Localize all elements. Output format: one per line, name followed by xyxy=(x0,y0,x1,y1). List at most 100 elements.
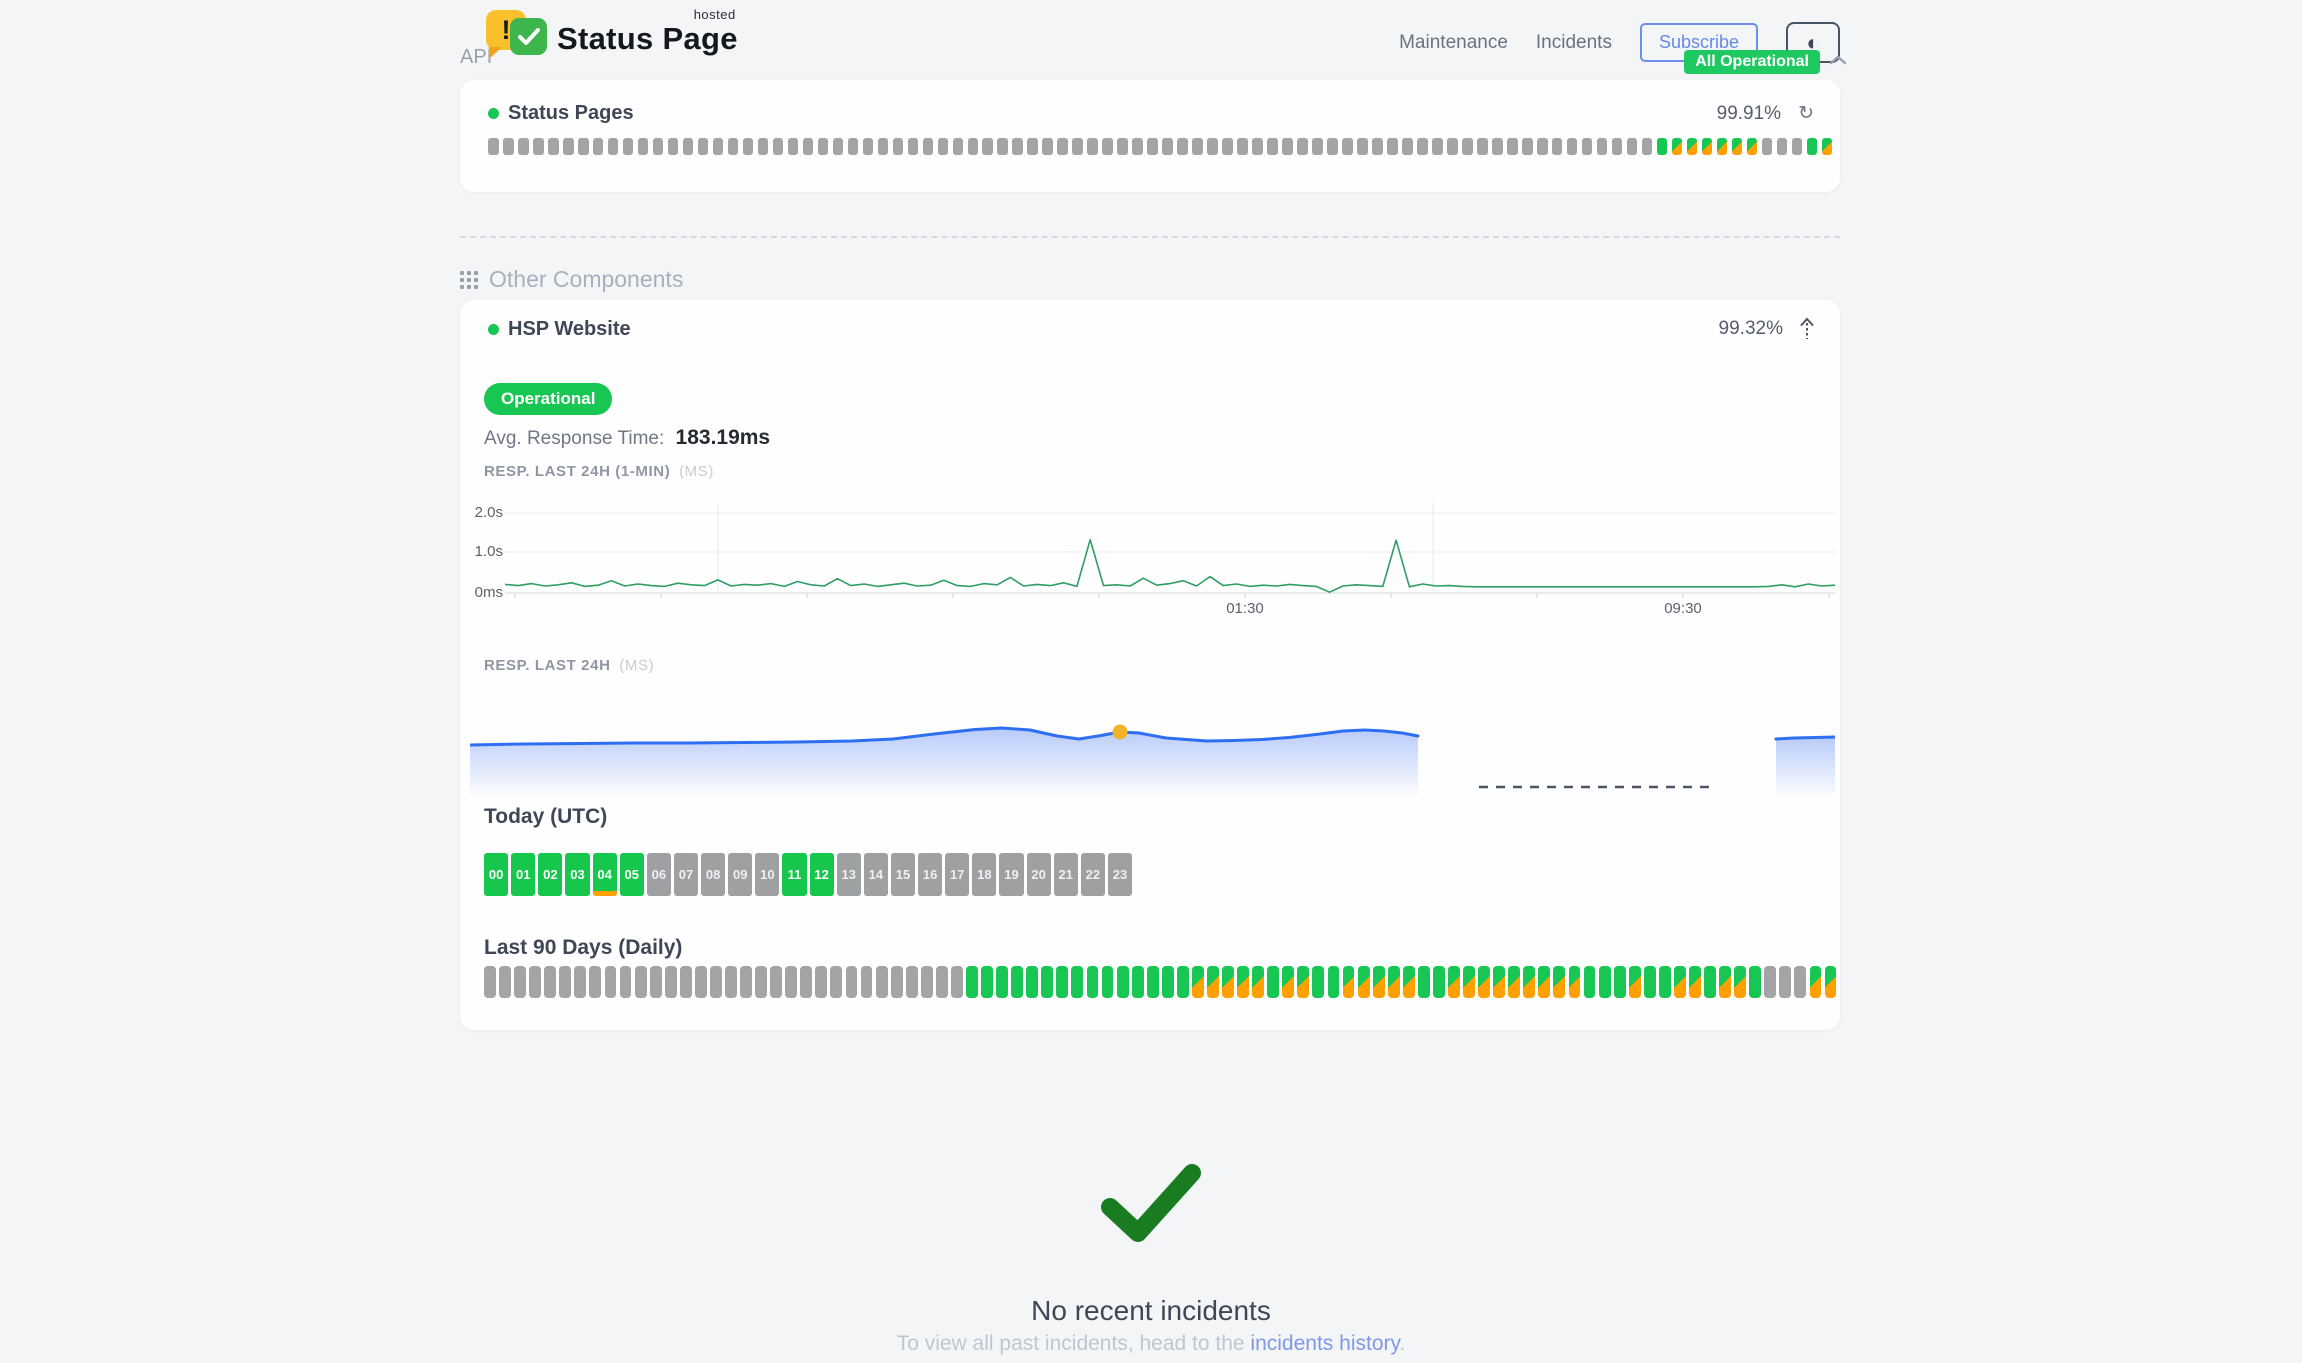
daily-bar-split[interactable] xyxy=(1508,966,1520,998)
daily-bar-green[interactable] xyxy=(1041,966,1053,998)
daily-bar-gray[interactable] xyxy=(665,966,677,998)
hour-block-12[interactable]: 12 xyxy=(810,853,834,896)
uptime-bar-gray[interactable] xyxy=(728,138,739,155)
uptime-bar-gray[interactable] xyxy=(773,138,784,155)
uptime-bar-gray[interactable] xyxy=(803,138,814,155)
daily-bar-gray[interactable] xyxy=(574,966,586,998)
trend-up-icon[interactable] xyxy=(1800,317,1814,341)
daily-bar-green[interactable] xyxy=(1117,966,1129,998)
daily-bar-gray[interactable] xyxy=(529,966,541,998)
uptime-bar-gray[interactable] xyxy=(503,138,514,155)
uptime-bar-gray[interactable] xyxy=(713,138,724,155)
daily-bar-split[interactable] xyxy=(1282,966,1294,998)
uptime-bar-gray[interactable] xyxy=(1612,138,1623,155)
daily-bar-green[interactable] xyxy=(1026,966,1038,998)
daily-bar-gray[interactable] xyxy=(830,966,842,998)
daily-bar-green[interactable] xyxy=(1162,966,1174,998)
uptime-bar-gray[interactable] xyxy=(1642,138,1653,155)
daily-bar-split[interactable] xyxy=(1403,966,1415,998)
hour-block-04[interactable]: 04 xyxy=(593,853,617,896)
daily-bar-gray[interactable] xyxy=(755,966,767,998)
daily-bar-green[interactable] xyxy=(1267,966,1279,998)
daily-bar-split[interactable] xyxy=(1538,966,1550,998)
uptime-bar-gray[interactable] xyxy=(923,138,934,155)
incidents-history-link[interactable]: incidents history xyxy=(1250,1332,1399,1355)
uptime-bar-gray[interactable] xyxy=(1207,138,1218,155)
daily-bar-green[interactable] xyxy=(1599,966,1611,998)
uptime-bar-gray[interactable] xyxy=(623,138,634,155)
refresh-icon[interactable]: ↻ xyxy=(1798,102,1814,125)
uptime-bar-split[interactable] xyxy=(1687,138,1698,155)
uptime-bar-gray[interactable] xyxy=(593,138,604,155)
uptime-bar-gray[interactable] xyxy=(1087,138,1098,155)
uptime-bar-gray[interactable] xyxy=(878,138,889,155)
uptime-bar-gray[interactable] xyxy=(548,138,559,155)
daily-bar-split[interactable] xyxy=(1523,966,1535,998)
daily-bar-green[interactable] xyxy=(1177,966,1189,998)
uptime-bar-gray[interactable] xyxy=(1537,138,1548,155)
daily-bar-gray[interactable] xyxy=(635,966,647,998)
daily-bar-green[interactable] xyxy=(1704,966,1716,998)
uptime-bar-gray[interactable] xyxy=(1102,138,1113,155)
uptime-bar-gray[interactable] xyxy=(1162,138,1173,155)
daily-bar-gray[interactable] xyxy=(1794,966,1806,998)
nav-maintenance[interactable]: Maintenance xyxy=(1399,32,1508,54)
uptime-bar-gray[interactable] xyxy=(1417,138,1428,155)
uptime-bar-gray[interactable] xyxy=(1777,138,1788,155)
uptime-bar-gray[interactable] xyxy=(653,138,664,155)
uptime-bar-split[interactable] xyxy=(1717,138,1728,155)
uptime-bar-green[interactable] xyxy=(1807,138,1818,155)
daily-bar-gray[interactable] xyxy=(1779,966,1791,998)
daily-bar-gray[interactable] xyxy=(815,966,827,998)
uptime-bar-gray[interactable] xyxy=(1792,138,1803,155)
uptime-bar-gray[interactable] xyxy=(1027,138,1038,155)
uptime-bar-split[interactable] xyxy=(1747,138,1758,155)
uptime-bar-gray[interactable] xyxy=(1252,138,1263,155)
uptime-bar-gray[interactable] xyxy=(1552,138,1563,155)
uptime-bar-gray[interactable] xyxy=(1582,138,1593,155)
daily-bar-split[interactable] xyxy=(1237,966,1249,998)
daily-bar-gray[interactable] xyxy=(484,966,496,998)
hour-block-00[interactable]: 00 xyxy=(484,853,508,896)
uptime-bar-gray[interactable] xyxy=(938,138,949,155)
daily-bar-split[interactable] xyxy=(1674,966,1686,998)
daily-bar-gray[interactable] xyxy=(695,966,707,998)
daily-bar-gray[interactable] xyxy=(1764,966,1776,998)
daily-bar-green[interactable] xyxy=(1011,966,1023,998)
uptime-bar-gray[interactable] xyxy=(1462,138,1473,155)
daily-bar-green[interactable] xyxy=(966,966,978,998)
daily-bar-split[interactable] xyxy=(1719,966,1731,998)
daily-bar-gray[interactable] xyxy=(710,966,722,998)
daily-bar-green[interactable] xyxy=(1102,966,1114,998)
daily-bar-gray[interactable] xyxy=(680,966,692,998)
hour-block-19[interactable]: 19 xyxy=(999,853,1023,896)
daily-bar-gray[interactable] xyxy=(846,966,858,998)
uptime-bar-gray[interactable] xyxy=(1282,138,1293,155)
daily-bar-split[interactable] xyxy=(1222,966,1234,998)
hour-block-23[interactable]: 23 xyxy=(1108,853,1132,896)
uptime-bar-gray[interactable] xyxy=(608,138,619,155)
hour-block-20[interactable]: 20 xyxy=(1027,853,1051,896)
uptime-bar-gray[interactable] xyxy=(1267,138,1278,155)
logo[interactable]: ! hosted Status Page xyxy=(486,10,738,57)
daily-bar-green[interactable] xyxy=(1614,966,1626,998)
uptime-bar-gray[interactable] xyxy=(1432,138,1443,155)
all-operational-badge[interactable]: All Operational xyxy=(1684,50,1820,74)
uptime-bar-gray[interactable] xyxy=(1117,138,1128,155)
daily-bar-split[interactable] xyxy=(1358,966,1370,998)
daily-bar-split[interactable] xyxy=(1297,966,1309,998)
nav-incidents[interactable]: Incidents xyxy=(1536,32,1612,54)
daily-bar-gray[interactable] xyxy=(620,966,632,998)
uptime-bar-gray[interactable] xyxy=(848,138,859,155)
uptime-bar-gray[interactable] xyxy=(743,138,754,155)
daily-bar-split[interactable] xyxy=(1463,966,1475,998)
uptime-bar-gray[interactable] xyxy=(1012,138,1023,155)
uptime-bar-gray[interactable] xyxy=(1327,138,1338,155)
daily-bar-gray[interactable] xyxy=(605,966,617,998)
daily-bar-split[interactable] xyxy=(1629,966,1641,998)
uptime-bar-split[interactable] xyxy=(1672,138,1683,155)
daily-bar-green[interactable] xyxy=(1433,966,1445,998)
hour-block-10[interactable]: 10 xyxy=(755,853,779,896)
uptime-bar-gray[interactable] xyxy=(1567,138,1578,155)
hour-block-09[interactable]: 09 xyxy=(728,853,752,896)
